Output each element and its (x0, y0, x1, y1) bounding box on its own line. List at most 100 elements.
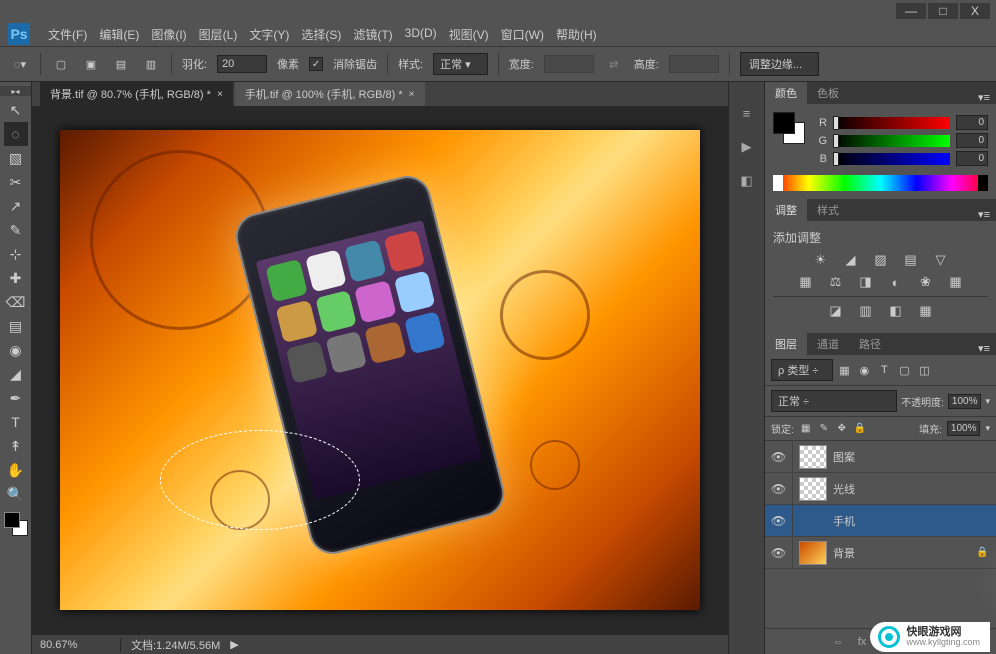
adjustment-icon[interactable]: ☀ (811, 252, 831, 268)
layer-name[interactable]: 图案 (833, 449, 976, 465)
tool-button[interactable]: ◉ (4, 338, 28, 362)
tab-styles[interactable]: 样式 (807, 199, 849, 221)
layer-name[interactable]: 手机 (833, 513, 976, 529)
layer-row[interactable]: 👁图案 (765, 441, 996, 473)
tab-close-icon[interactable]: × (409, 89, 415, 100)
adjustment-icon[interactable]: ▦ (946, 274, 966, 290)
tool-button[interactable]: ▧ (4, 146, 28, 170)
tool-button[interactable]: ⌫ (4, 290, 28, 314)
feather-input[interactable] (217, 55, 267, 73)
tool-button[interactable]: ✎ (4, 218, 28, 242)
b-slider[interactable] (833, 153, 950, 165)
layer-row[interactable]: 👁背景🔒 (765, 537, 996, 569)
visibility-eye-icon[interactable]: 👁 (765, 473, 793, 504)
menu-item[interactable]: 3D(D) (399, 23, 443, 46)
sel-new-icon[interactable]: ▢ (51, 54, 71, 74)
visibility-eye-icon[interactable]: 👁 (765, 537, 793, 568)
tab-close-icon[interactable]: × (217, 89, 223, 100)
sel-sub-icon[interactable]: ▤ (111, 54, 131, 74)
tool-button[interactable]: 🔍 (4, 482, 28, 506)
menu-item[interactable]: 图像(I) (145, 23, 192, 46)
menu-item[interactable]: 帮助(H) (550, 23, 603, 46)
layer-filter-icon[interactable]: ◫ (917, 363, 931, 377)
document-tab[interactable]: 背景.tif @ 80.7% (手机, RGB/8) *× (40, 82, 233, 106)
tool-button[interactable]: ◢ (4, 362, 28, 386)
canvas-area[interactable] (32, 106, 728, 634)
menu-item[interactable]: 滤镜(T) (347, 23, 398, 46)
maximize-button[interactable]: □ (928, 3, 958, 19)
layer-thumbnail[interactable] (799, 541, 827, 565)
color-swatches[interactable] (773, 112, 805, 144)
g-slider[interactable] (833, 135, 950, 147)
layer-filter-icon[interactable]: T (877, 363, 891, 377)
r-slider[interactable] (833, 117, 950, 129)
refine-edge-button[interactable]: 调整边缘... (740, 52, 819, 76)
collapsed-panel-icon[interactable]: ◧ (736, 170, 758, 192)
close-button[interactable]: X (960, 3, 990, 19)
tab-adjustments[interactable]: 调整 (765, 199, 807, 221)
tab-channels[interactable]: 通道 (807, 333, 849, 355)
tool-button[interactable]: ◌ (4, 122, 28, 146)
zoom-value[interactable]: 80.67% (40, 639, 110, 651)
tab-layers[interactable]: 图层 (765, 333, 807, 355)
menu-item[interactable]: 选择(S) (295, 23, 347, 46)
panel-menu-icon[interactable]: ▾≡ (972, 208, 996, 221)
menu-item[interactable]: 编辑(E) (93, 23, 145, 46)
fg-color-swatch[interactable] (773, 112, 795, 134)
adjustment-icon[interactable]: ◧ (886, 303, 906, 319)
lock-option-icon[interactable]: ✎ (817, 422, 831, 436)
canvas[interactable] (60, 130, 700, 610)
visibility-eye-icon[interactable]: 👁 (765, 505, 793, 536)
adjustment-icon[interactable]: ▤ (901, 252, 921, 268)
adjustment-icon[interactable]: ⚖ (826, 274, 846, 290)
collapsed-panel-icon[interactable]: ≡ (736, 102, 758, 124)
adjustment-icon[interactable]: ◪ (826, 303, 846, 319)
minimize-button[interactable]: — (896, 3, 926, 19)
tool-button[interactable]: ✂ (4, 170, 28, 194)
layer-thumbnail[interactable] (799, 445, 827, 469)
fg-swatch-tool[interactable] (4, 512, 20, 528)
layer-row[interactable]: 👁光线 (765, 473, 996, 505)
tool-button[interactable]: ↟ (4, 434, 28, 458)
height-input[interactable] (669, 55, 719, 73)
layer-row[interactable]: 👁 手机 (765, 505, 996, 537)
tab-paths[interactable]: 路径 (849, 333, 891, 355)
tool-preset-icon[interactable]: ◌▾ (10, 54, 30, 74)
b-input[interactable] (956, 151, 988, 166)
adjustment-icon[interactable]: ▽ (931, 252, 951, 268)
r-input[interactable] (956, 115, 988, 130)
menu-item[interactable]: 图层(L) (193, 23, 244, 46)
adjustment-icon[interactable]: ▦ (916, 303, 936, 319)
document-tab[interactable]: 手机.tif @ 100% (手机, RGB/8) *× (235, 82, 425, 106)
tool-button[interactable]: ✒ (4, 386, 28, 410)
g-input[interactable] (956, 133, 988, 148)
lock-option-icon[interactable]: ▦ (799, 422, 813, 436)
layers-footer-icon[interactable]: fx (854, 634, 870, 650)
panel-menu-icon[interactable]: ▾≡ (972, 91, 996, 104)
tool-button[interactable]: ▤ (4, 314, 28, 338)
layer-filter-icon[interactable]: ▢ (897, 363, 911, 377)
blend-mode-dropdown[interactable]: 正常 ÷ (771, 390, 897, 412)
adjustment-icon[interactable]: ❀ (916, 274, 936, 290)
layer-thumbnail[interactable] (799, 477, 827, 501)
menu-item[interactable]: 视图(V) (443, 23, 495, 46)
tool-button[interactable]: ↖ (4, 98, 28, 122)
menu-item[interactable]: 窗口(W) (495, 23, 550, 46)
fill-input[interactable]: 100% (947, 421, 981, 436)
layers-footer-icon[interactable]: ⇔ (830, 634, 846, 650)
collapsed-panel-icon[interactable]: ▶ (736, 136, 758, 158)
antialias-checkbox[interactable]: ✓ (309, 57, 323, 71)
layer-filter-dropdown[interactable]: ρ 类型 ÷ (771, 359, 833, 381)
opacity-input[interactable]: 100% (948, 394, 982, 409)
color-spectrum[interactable] (773, 175, 988, 191)
layer-filter-icon[interactable]: ▦ (837, 363, 851, 377)
tools-collapse[interactable]: ▸◂ (0, 86, 31, 96)
tool-button[interactable]: ⊹ (4, 242, 28, 266)
tool-button[interactable]: T (4, 410, 28, 434)
layer-filter-icon[interactable]: ◉ (857, 363, 871, 377)
width-input[interactable] (544, 55, 594, 73)
adjustment-icon[interactable]: ◨ (856, 274, 876, 290)
tab-swatches[interactable]: 色板 (807, 82, 849, 104)
adjustment-icon[interactable]: ◢ (841, 252, 861, 268)
tab-color[interactable]: 颜色 (765, 82, 807, 104)
